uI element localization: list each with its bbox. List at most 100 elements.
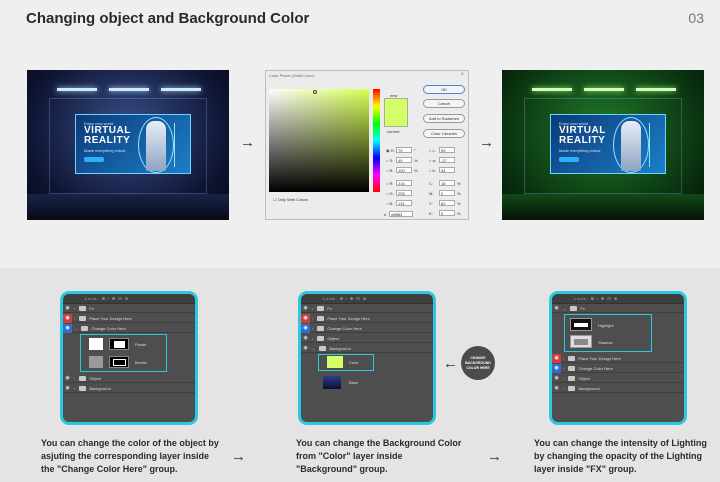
layer-label: Color [349,360,359,365]
field-b-rgb[interactable]: ○ B: 131 [386,200,412,206]
layer-row[interactable]: ◉ › Background [63,384,195,393]
saturation-brightness-field[interactable] [269,89,369,192]
eye-icon[interactable]: ◉ [301,313,310,323]
eye-icon[interactable]: ◉ [63,374,72,383]
folder-icon [319,345,327,351]
field-m[interactable]: M: 0% [429,190,461,196]
layers-toolbar: Lock: ⊞ ∕ ✥ ⊡ ⊕ [301,294,433,304]
layer-row[interactable]: ◉ › Fx [301,304,433,313]
billboard: Enjoy new world VIRTUAL REALITY Made ever… [75,114,191,174]
eye-icon[interactable]: ◉ [63,384,72,393]
page-title: Changing object and Background Color [26,10,310,27]
layer-row[interactable]: ◉ ⌄ Change Color Here [63,323,195,333]
ok-button[interactable]: OK [423,85,465,94]
eye-icon[interactable]: ◉ [552,304,561,313]
color-selector-circle[interactable] [313,90,317,94]
field-r[interactable]: ○ R: 216 [386,180,412,186]
field-h[interactable]: ◉ H: 79 ° [386,147,418,153]
field-b-lab[interactable]: ○ b: 54 [429,167,455,173]
layer-label: Border [135,360,148,365]
billboard-headline: VIRTUAL REALITY [84,126,131,146]
layer-row[interactable]: ◉ › Object [63,374,195,383]
headline-line-2: REALITY [559,135,606,146]
arrow-right-icon: → [487,448,502,465]
field-s[interactable]: ○ S: 49% [386,157,418,163]
arrow-left-icon: ← [443,355,458,372]
layers-panel-background: Lock: ⊞ ∕ ✥ ⊡ ⊕ ◉ › Fx ◉ › Place Your Design… [298,291,436,425]
layer-row[interactable]: ◉ › Place Your Design Here [552,353,684,363]
folder-icon [317,305,325,311]
folder-icon [568,385,576,391]
layer-row[interactable]: ◉ › Object [552,374,684,383]
folder-icon [317,335,325,341]
eye-icon[interactable]: ◉ [301,323,310,333]
folder-icon [79,315,87,321]
add-to-swatches-button[interactable]: Add to Swatches [423,114,465,123]
ceiling-light [584,88,624,91]
eye-icon[interactable]: ◉ [63,313,72,323]
field-y[interactable]: Y: 62% [429,200,461,206]
eye-icon[interactable]: ◉ [63,323,72,333]
eye-icon[interactable]: ◉ [552,363,561,373]
layers-panel-object: Lock: ⊞ ∕ ✥ ⊡ ⊕ ◉ › Fx ◉ › Place Your Design… [60,291,198,425]
layer-thumbnail [323,376,341,389]
eye-icon[interactable]: ◉ [63,304,72,313]
page: Changing object and Background Color 03 … [0,0,720,482]
layer-row[interactable]: ◉ › Fx [63,304,195,313]
layer-mask-thumbnail [109,338,129,350]
eye-icon[interactable]: ◉ [301,344,310,353]
change-background-callout: CHANGE BACKGROUND COLOR HERE [461,346,495,380]
headline-line-2: REALITY [84,135,131,146]
color-fill-thumbnail [327,356,343,368]
field-l[interactable]: ○ L: 95 [429,147,455,153]
folder-icon [79,375,87,381]
cancel-button[interactable]: Cancel [423,99,465,108]
only-web-colors-checkbox[interactable]: ☐ Only Web Colors [273,197,308,202]
layer-row[interactable]: ◉ ⌄ Fx [552,304,684,313]
astronaut-figure [621,121,641,171]
new-color-swatch [384,98,408,127]
astronaut-figure [146,121,166,171]
close-icon[interactable]: × [460,72,464,78]
eye-icon[interactable]: ◉ [552,353,561,363]
layer-row[interactable]: ◉ › Change Color Here [552,363,684,373]
color-libraries-button[interactable]: Color Libraries [423,129,465,138]
billboard-subtext: Made everything virtual [84,148,126,153]
billboard-headline: VIRTUAL REALITY [559,126,606,146]
hex-field[interactable]: # d8ff83 [384,211,414,217]
eye-icon[interactable]: ◉ [552,374,561,383]
folder-icon [317,325,325,331]
layer-label: Base [349,380,359,385]
billboard-button [559,157,579,162]
field-c[interactable]: C: 18% [429,180,461,186]
caption-background-color: You can change the Background Color from… [296,438,462,474]
layer-thumbnail [89,338,103,350]
eye-icon[interactable]: ◉ [301,304,310,313]
layer-row[interactable]: ◉ › Place Your Design Here [301,313,433,323]
layer-row[interactable]: ◉ › Object [301,334,433,343]
layer-row[interactable]: ◉ › Change Color Here [301,323,433,333]
color-picker-dialog: Color Picker (Solid Color) × new current… [265,70,469,220]
layer-thumbnail [570,318,592,331]
caption-lighting: You can change the intensity of Lighting… [534,438,707,474]
arrow-right-icon: → [231,448,246,465]
layer-label: Highlight [598,323,614,328]
layer-row[interactable]: ◉ › Background [552,384,684,393]
scene-after-image: Enjoy new world VIRTUAL REALITY Made ever… [502,70,704,220]
billboard-side-frame [649,123,663,167]
hex-input[interactable]: d8ff83 [389,211,414,217]
field-g[interactable]: ○ G: 255 [386,190,412,196]
field-a[interactable]: ○ a: -27 [429,157,455,163]
eye-icon[interactable]: ◉ [301,334,310,343]
layer-row[interactable]: ◉ › Place Your Design Here [63,313,195,323]
field-b[interactable]: ○ B: 100% [386,167,418,173]
hue-slider[interactable] [373,89,380,192]
room-floor [27,194,229,220]
layers-toolbar: Lock: ⊞ ∕ ✥ ⊡ ⊕ [552,294,684,304]
layer-row[interactable]: ◉ ⌄ Background [301,344,433,353]
eye-icon[interactable]: ◉ [552,384,561,393]
arrow-right-icon: → [240,134,255,151]
layers-toolbar: Lock: ⊞ ∕ ✥ ⊡ ⊕ [63,294,195,304]
color-picker-title: Color Picker (Solid Color) [269,73,315,78]
field-k[interactable]: K: 0% [429,210,461,216]
